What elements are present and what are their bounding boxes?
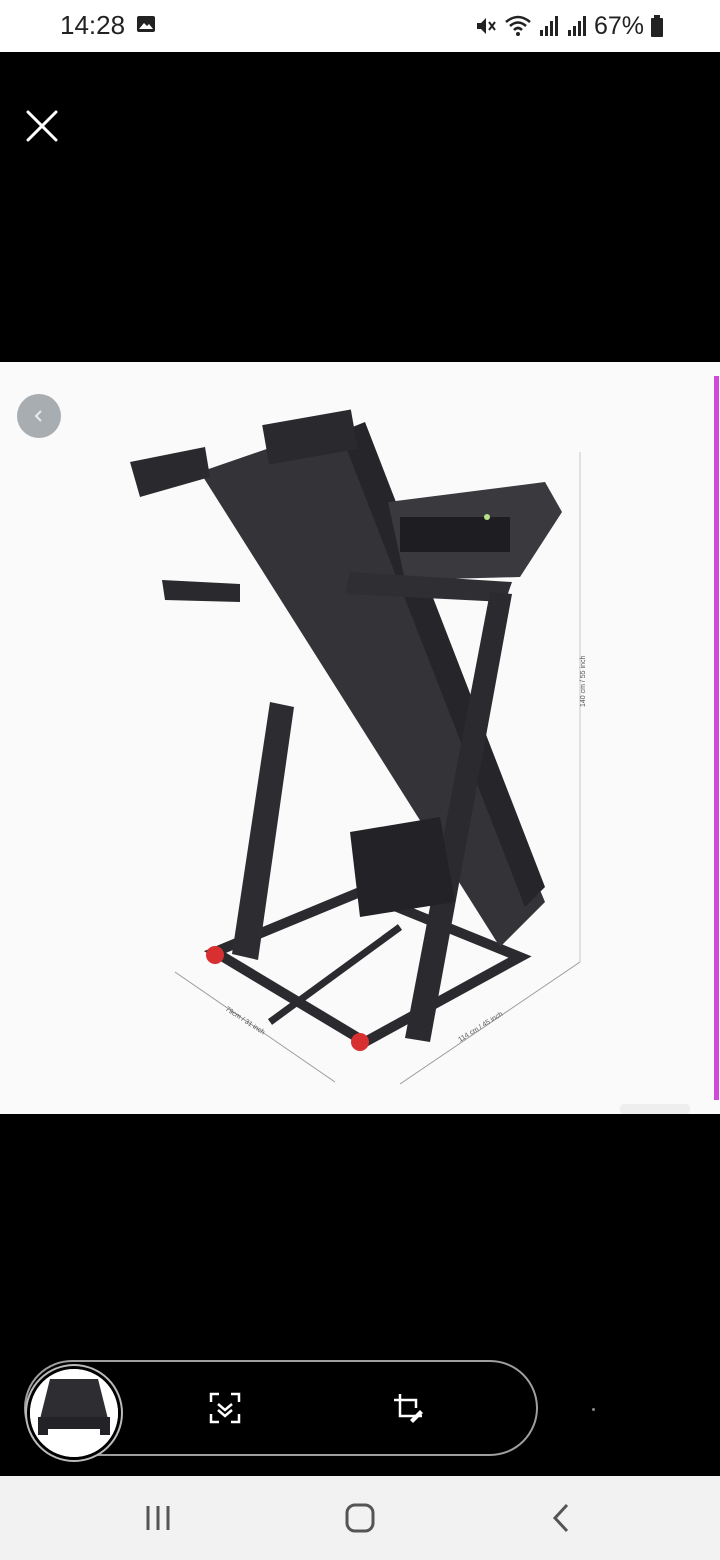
signal-icon — [539, 16, 558, 36]
status-icons: 67% — [474, 10, 664, 42]
navigation-bar — [0, 1476, 720, 1560]
battery-icon — [651, 15, 663, 37]
treadmill-thumbnail[interactable] — [27, 1366, 121, 1460]
scroll-indicator[interactable] — [714, 376, 719, 1100]
crop-edit-icon[interactable] — [390, 1390, 426, 1426]
close-icon[interactable] — [24, 108, 60, 144]
chevron-left-icon — [34, 410, 42, 422]
image-viewer[interactable]: 140 cm / 55 inch 79cm / 31 inch 114 cm /… — [0, 362, 720, 1114]
recent-apps-icon[interactable] — [138, 1498, 178, 1538]
length-label: 114 cm / 45 inch — [457, 1011, 504, 1044]
home-icon[interactable] — [340, 1498, 380, 1538]
battery-percent: 67% — [593, 11, 644, 40]
gallery-icon — [137, 16, 155, 32]
previous-image-button[interactable] — [17, 394, 61, 438]
height-label: 140 cm / 55 inch — [580, 656, 587, 707]
wifi-icon — [505, 15, 531, 36]
signal-icon — [567, 16, 586, 36]
width-label: 79cm / 31 inch — [224, 1006, 266, 1037]
indicator-dot — [592, 1408, 595, 1411]
thumbnail-image — [30, 1369, 118, 1457]
status-bar: 14:28 67% — [0, 0, 720, 52]
scan-text-icon[interactable] — [207, 1390, 243, 1426]
status-time: 14:28 — [60, 10, 126, 40]
treadmill-image: 140 cm / 55 inch 79cm / 31 inch 114 cm /… — [130, 409, 587, 1085]
back-icon[interactable] — [542, 1498, 582, 1538]
mute-icon — [476, 18, 496, 34]
scroll-handle — [620, 1104, 690, 1114]
